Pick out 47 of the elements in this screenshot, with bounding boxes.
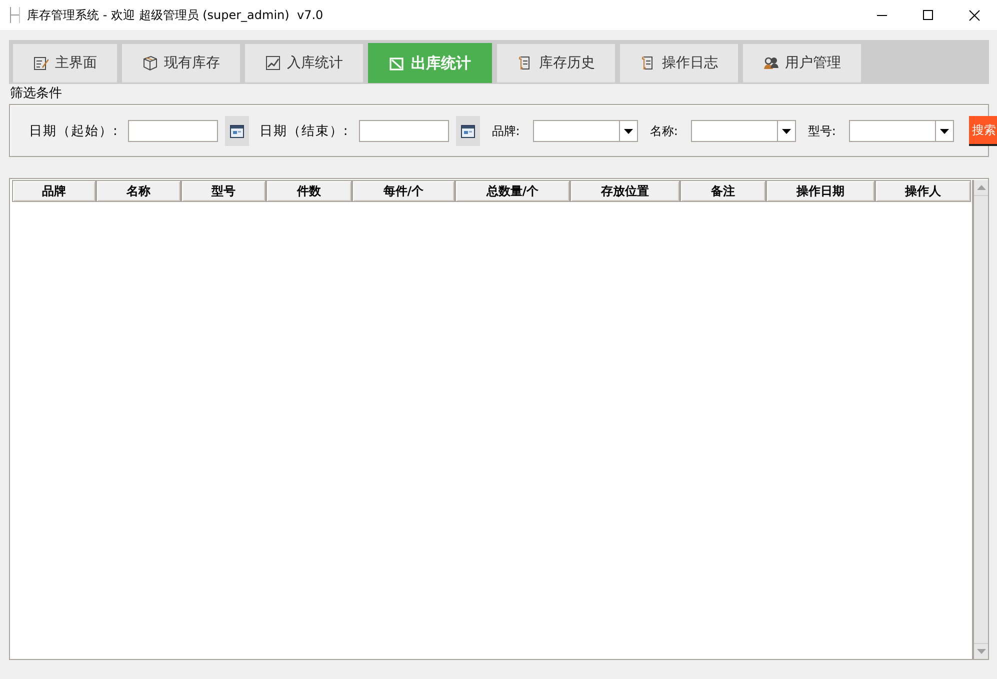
chart-icon (265, 55, 281, 71)
vertical-scrollbar[interactable] (972, 180, 988, 659)
column-header: 操作人 (875, 180, 971, 202)
dropdown-field[interactable] (848, 120, 954, 142)
column-header: 备注 (680, 180, 766, 202)
box-icon (142, 55, 158, 71)
field-label: 品牌: (492, 122, 520, 140)
tab[interactable]: 操作日志 (620, 44, 738, 83)
maximize-icon (923, 10, 933, 20)
caret-icon (624, 128, 633, 134)
close-icon (968, 10, 980, 20)
column-header: 型号 (181, 180, 266, 202)
window-title: 库存管理系统 - 欢迎 超级管理员 (super_admin) v7.0 (27, 6, 324, 24)
field-label: 日期（起始）: (29, 123, 118, 140)
dropdown-field[interactable] (690, 120, 796, 142)
caret-icon (940, 128, 949, 134)
date-input-field[interactable] (128, 120, 218, 142)
column-header: 品牌 (12, 180, 96, 202)
filter-group-title: 筛选条件 (9, 85, 63, 103)
tab[interactable]: 用户管理 (743, 44, 861, 83)
dropdown-field[interactable] (532, 120, 638, 142)
column-header: 总数量/个 (455, 180, 570, 202)
up-arrow-icon (976, 185, 986, 190)
tab[interactable]: 现有库存 (122, 44, 240, 83)
down-arrow-icon (976, 649, 986, 654)
field-label: 日期（结束）: (259, 123, 349, 140)
tab[interactable]: 主界面 (13, 44, 117, 83)
calendar-button[interactable] (456, 116, 480, 146)
field-label: 名称: (650, 122, 678, 140)
tab[interactable]: 库存历史 (497, 44, 615, 83)
field-label: 型号: (808, 122, 836, 140)
arrow-box-icon (389, 55, 405, 71)
notepad-icon (33, 55, 49, 71)
date-input-field[interactable] (358, 120, 449, 142)
caret-icon (782, 128, 791, 134)
column-header: 存放位置 (570, 180, 680, 202)
minimize-icon (877, 14, 887, 16)
column-header: 件数 (266, 180, 352, 202)
users-icon (763, 55, 779, 71)
column-header: 每件/个 (352, 180, 455, 202)
column-header: 名称 (96, 180, 181, 202)
calendar-icon (460, 124, 475, 138)
tab[interactable]: 入库统计 (245, 44, 363, 83)
app-icon (9, 6, 21, 24)
calendar-button[interactable] (225, 116, 250, 146)
column-header: 操作日期 (766, 180, 875, 202)
calendar-icon (230, 124, 244, 138)
